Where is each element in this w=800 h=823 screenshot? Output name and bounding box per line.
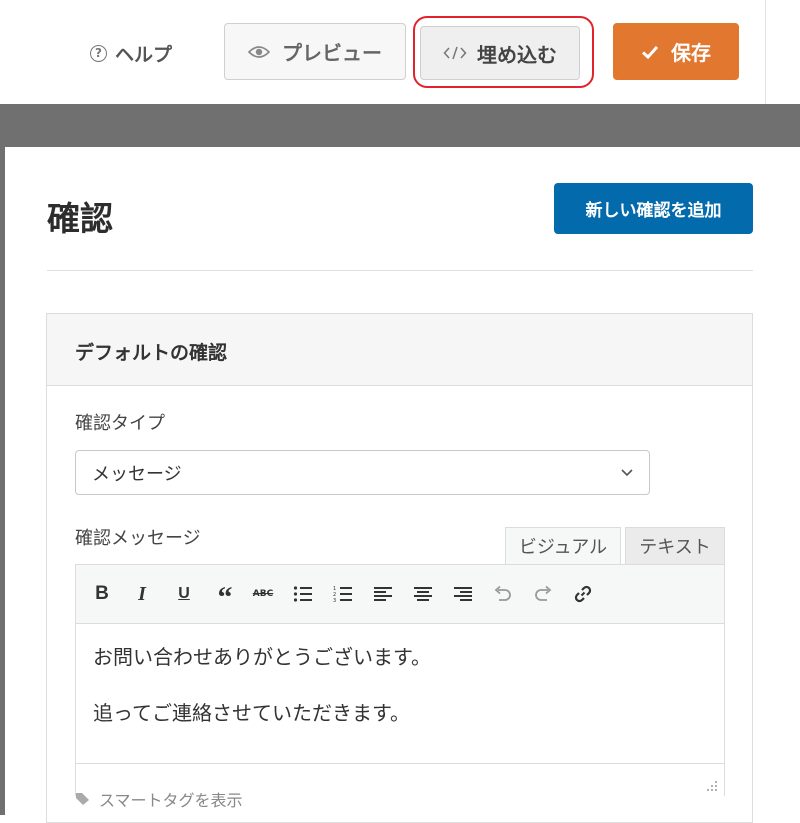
preview-label: プレビュー — [282, 41, 382, 65]
blockquote-icon[interactable]: “ — [214, 581, 236, 614]
underline-icon[interactable]: U — [174, 583, 194, 605]
toolbar-divider — [765, 0, 766, 104]
message-editor: B I U “ ABC 1 2 3 お問い合わせありがとうございます。 追ってご… — [75, 564, 725, 796]
question-circle-icon: ? — [90, 44, 107, 62]
preview-button[interactable]: プレビュー — [224, 23, 406, 80]
editor-toolbar: B I U “ ABC 1 2 3 — [76, 565, 724, 624]
editor-line-2: 追ってご連絡させていただきます。 — [93, 701, 410, 725]
italic-icon[interactable]: I — [132, 583, 152, 605]
confirmation-type-label: 確認タイプ — [75, 413, 165, 434]
svg-text:3: 3 — [333, 598, 336, 603]
top-toolbar: ? ヘルプ プレビュー 埋め込む 保存 — [0, 0, 800, 105]
page-title: 確認 — [47, 199, 113, 238]
code-icon — [443, 46, 467, 60]
save-label: 保存 — [671, 41, 711, 65]
bold-icon[interactable]: B — [92, 583, 112, 605]
redo-icon[interactable] — [532, 583, 554, 605]
resize-grip-icon[interactable] — [706, 780, 718, 792]
checkmark-icon — [641, 45, 659, 59]
default-confirmation-card: デフォルトの確認 確認タイプ メッセージ 確認メッセージ ビジュアル テキスト … — [46, 313, 753, 823]
embed-button[interactable]: 埋め込む — [420, 26, 580, 80]
save-button[interactable]: 保存 — [613, 23, 739, 80]
confirmation-message-label: 確認メッセージ — [75, 528, 201, 549]
undo-icon[interactable] — [492, 583, 514, 605]
bullet-list-icon[interactable] — [292, 583, 314, 605]
help-label: ヘルプ — [115, 43, 173, 66]
editor-line-1: お問い合わせありがとうございます。 — [93, 645, 431, 669]
confirmation-type-select[interactable]: メッセージ — [75, 450, 650, 495]
embed-label: 埋め込む — [477, 42, 557, 67]
numbered-list-icon[interactable]: 1 2 3 — [332, 583, 354, 605]
card-header[interactable]: デフォルトの確認 — [47, 314, 752, 386]
smart-tag-label: スマートタグを表示 — [99, 791, 243, 810]
title-divider — [47, 270, 753, 271]
strikethrough-icon[interactable]: ABC — [252, 583, 274, 605]
align-right-icon[interactable] — [452, 583, 474, 605]
eye-icon — [248, 45, 270, 58]
tab-text[interactable]: テキスト — [625, 527, 725, 565]
align-left-icon[interactable] — [372, 583, 394, 605]
confirmation-type-value: メッセージ — [92, 463, 182, 485]
confirmations-panel: 確認 新しい確認を追加 デフォルトの確認 確認タイプ メッセージ 確認メッセージ… — [5, 147, 800, 823]
card-title: デフォルトの確認 — [75, 342, 228, 364]
add-confirmation-button[interactable]: 新しい確認を追加 — [554, 183, 753, 234]
link-icon[interactable] — [572, 583, 594, 605]
align-center-icon[interactable] — [412, 583, 434, 605]
help-button[interactable]: ? ヘルプ — [90, 39, 172, 67]
chevron-down-icon — [621, 469, 633, 477]
tag-icon — [76, 793, 89, 805]
tab-visual[interactable]: ビジュアル — [505, 527, 621, 565]
show-smart-tags-link[interactable]: スマートタグを表示 — [75, 787, 243, 811]
